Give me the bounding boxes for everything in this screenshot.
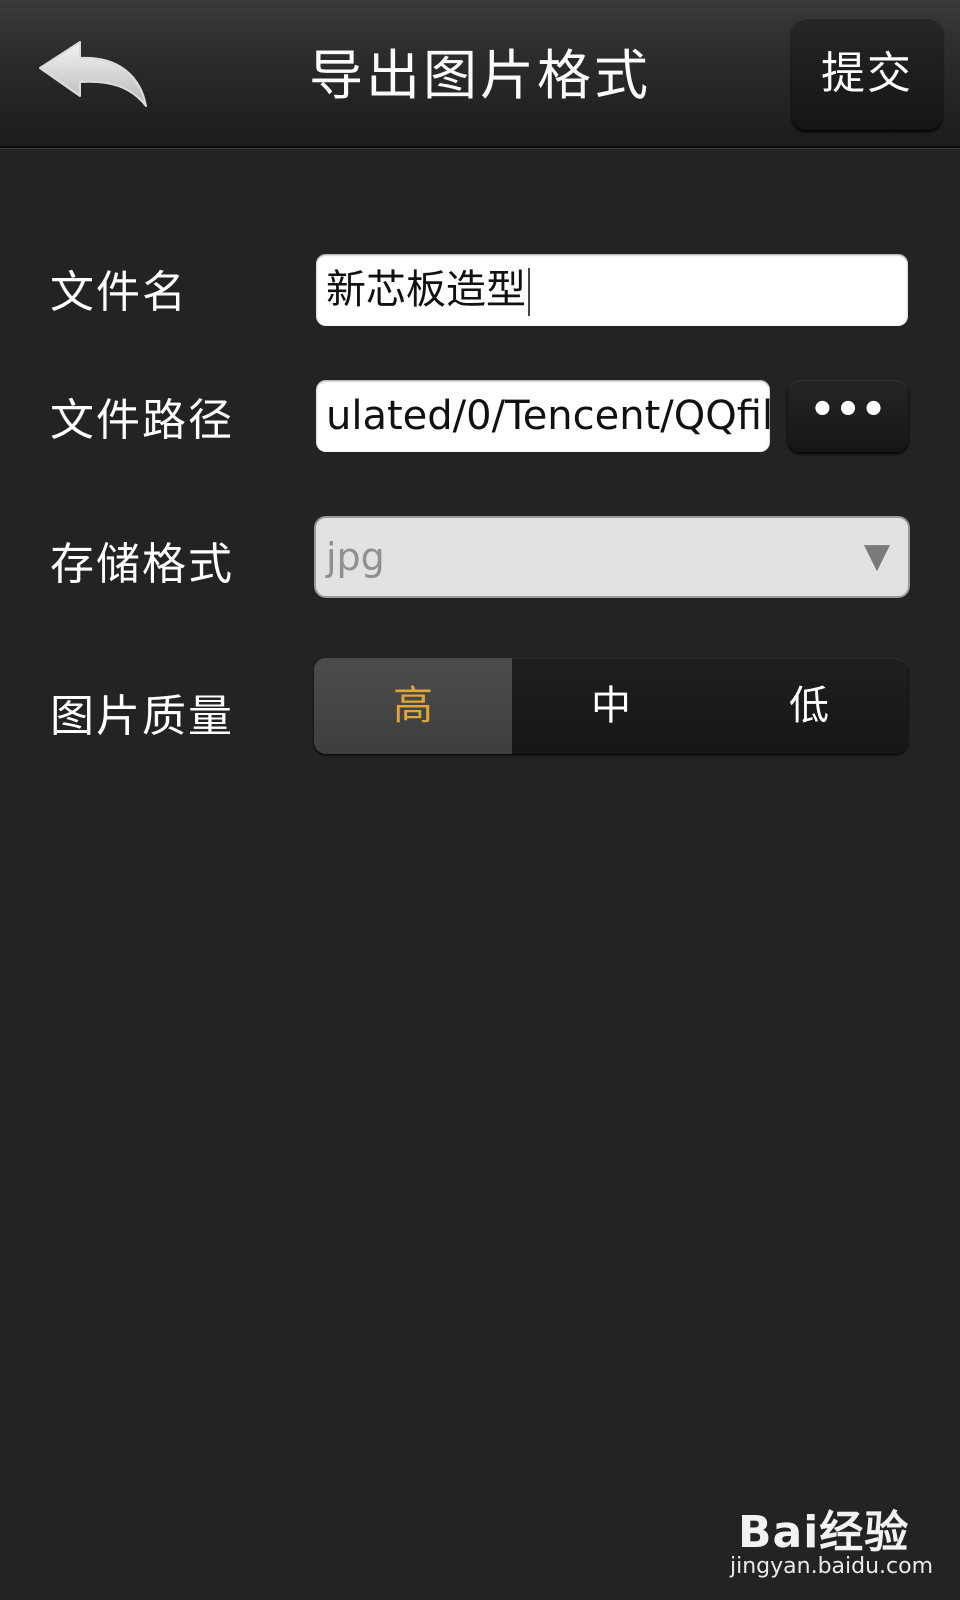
filename-input[interactable]: 新芯板造型 [316, 254, 908, 326]
back-button[interactable] [28, 36, 158, 116]
quality-option-low[interactable]: 低 [710, 658, 908, 754]
browse-path-button[interactable]: ••• [788, 380, 908, 452]
watermark-url: jingyan.baidu.com [730, 1554, 934, 1579]
filepath-label: 文件路径 [50, 395, 234, 446]
filename-value: 新芯板造型 [326, 267, 526, 313]
submit-button[interactable]: 提交 [792, 18, 942, 130]
dropdown-arrow-icon: ▼ [863, 536, 890, 576]
text-caret [528, 268, 530, 316]
quality-option-medium[interactable]: 中 [512, 658, 710, 754]
back-arrow-icon [39, 41, 147, 107]
format-value: jpg [326, 535, 385, 579]
watermark-logo: Bai经验 [738, 1507, 910, 1558]
title-bar: 导出图片格式 提交 [0, 0, 960, 148]
quality-option-high[interactable]: 高 [314, 658, 512, 754]
quality-label: 图片质量 [50, 691, 234, 742]
quality-segmented-control: 高 中 低 [314, 658, 908, 754]
more-dots-icon: ••• [809, 387, 887, 433]
filename-label: 文件名 [50, 267, 188, 318]
baidu-watermark: Bai经验 jingyan.baidu.com [730, 1496, 934, 1586]
page-title: 导出图片格式 [309, 44, 651, 107]
filepath-input[interactable]: ulated/0/Tencent/QQfile_ [316, 380, 770, 452]
filepath-value: ulated/0/Tencent/QQfile_ [326, 393, 770, 439]
format-label: 存储格式 [50, 539, 234, 590]
format-select[interactable]: jpg ▼ [314, 516, 910, 598]
